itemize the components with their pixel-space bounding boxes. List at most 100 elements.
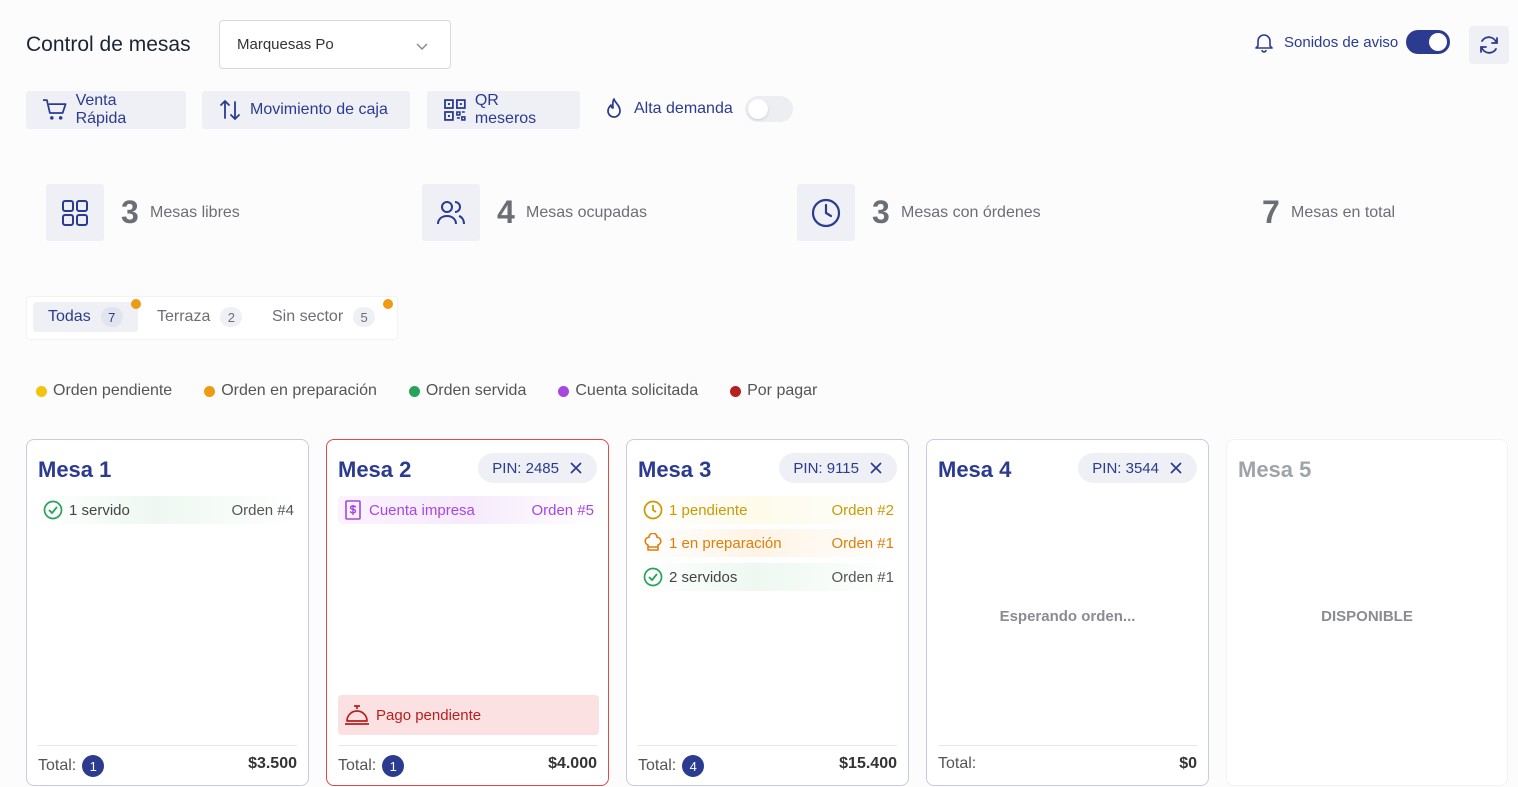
card-footer: Total: $0 bbox=[938, 745, 1197, 772]
quick-sale-label: Venta Rápida bbox=[75, 92, 127, 127]
page-title: Control de mesas bbox=[26, 33, 191, 56]
users-icon bbox=[422, 184, 480, 241]
table-card-mesa-1[interactable]: Mesa 1 1 servido Orden #4 Total: 1 $3.500 bbox=[26, 439, 309, 786]
total-count-badge: 1 bbox=[82, 755, 105, 777]
cart-icon bbox=[42, 99, 67, 120]
table-name: Mesa 2 bbox=[338, 457, 412, 482]
total-label: Total: bbox=[638, 757, 677, 774]
legend-label: Por pagar bbox=[747, 382, 818, 399]
order-number: Orden #1 bbox=[831, 534, 894, 552]
total-count-badge: 1 bbox=[382, 755, 405, 777]
table-name: Mesa 3 bbox=[638, 457, 712, 482]
order-status-text: Cuenta impresa bbox=[369, 501, 475, 519]
sound-alerts-label: Sonidos de aviso bbox=[1284, 33, 1399, 51]
legend-item: Orden servida bbox=[408, 382, 526, 400]
quick-sale-button[interactable]: Venta Rápida bbox=[26, 91, 186, 129]
sector-tabs: Todas 7 Terraza 2 Sin sector 5 bbox=[26, 296, 398, 340]
notification-dot bbox=[131, 299, 141, 309]
table-name: Mesa 4 bbox=[938, 457, 1012, 482]
total-value: $3.500 bbox=[248, 755, 297, 772]
order-status-row[interactable]: Cuenta impresa Orden #5 bbox=[338, 496, 599, 524]
order-number: Orden #2 bbox=[831, 501, 894, 519]
order-status-row[interactable]: 1 servido Orden #4 bbox=[38, 496, 299, 524]
legend-item: Por pagar bbox=[730, 382, 817, 400]
qr-waiters-label: QR meseros bbox=[474, 92, 537, 127]
card-footer: Total: 4 $15.400 bbox=[638, 745, 897, 777]
tab-label: Todas bbox=[48, 308, 91, 325]
table-card-mesa-4[interactable]: Mesa 4 PIN: 3544 Esperando orden... Tota… bbox=[926, 439, 1209, 786]
qr-waiters-button[interactable]: QR meseros bbox=[427, 91, 580, 129]
payment-pending-banner: Pago pendiente bbox=[338, 695, 599, 735]
total-count-badge: 4 bbox=[682, 755, 705, 777]
legend-dot bbox=[204, 385, 216, 397]
stat-free-tables: 3 Mesas libres bbox=[46, 184, 240, 241]
stat-label: Mesas con órdenes bbox=[901, 203, 1041, 221]
total-value: $4.000 bbox=[548, 755, 597, 772]
total-value: $0 bbox=[1179, 755, 1197, 772]
stat-value: 7 bbox=[1262, 194, 1280, 230]
total-label: Total: bbox=[938, 755, 977, 772]
pin-text: PIN: 2485 bbox=[492, 459, 559, 477]
pin-badge[interactable]: PIN: 3544 bbox=[1078, 453, 1197, 483]
sound-alerts-toggle[interactable] bbox=[1406, 30, 1451, 54]
stat-occupied-tables: 4 Mesas ocupadas bbox=[422, 184, 647, 241]
order-status-row[interactable]: 1 en preparación Orden #1 bbox=[638, 529, 899, 557]
order-status-text: 1 en preparación bbox=[669, 534, 782, 552]
order-number: Orden #5 bbox=[531, 501, 594, 519]
card-footer: Total: 1 $3.500 bbox=[38, 745, 297, 777]
stat-value: 3 bbox=[121, 194, 139, 230]
close-icon[interactable] bbox=[569, 461, 583, 475]
clock-icon bbox=[643, 500, 663, 520]
cash-movement-label: Movimiento de caja bbox=[250, 101, 388, 118]
order-status-text: 1 pendiente bbox=[669, 501, 748, 519]
stat-tables-with-orders: 3 Mesas con órdenes bbox=[797, 184, 1041, 241]
table-card-mesa-2[interactable]: Mesa 2 PIN: 2485 Cuenta impresa Orden #5… bbox=[326, 439, 609, 786]
close-icon[interactable] bbox=[869, 461, 883, 475]
flame-icon bbox=[607, 98, 621, 118]
order-status-row[interactable]: 2 servidos Orden #1 bbox=[638, 563, 899, 591]
high-demand-label: Alta demanda bbox=[634, 100, 733, 117]
status-legend: Orden pendiente Orden en preparación Ord… bbox=[36, 382, 849, 400]
tab-sin-sector[interactable]: Sin sector 5 bbox=[257, 302, 390, 332]
qr-code-icon bbox=[444, 99, 466, 121]
table-card-mesa-3[interactable]: Mesa 3 PIN: 9115 1 pendiente Orden #2 1 … bbox=[626, 439, 909, 786]
order-status-text: 1 servido bbox=[69, 501, 130, 519]
high-demand-toggle[interactable] bbox=[744, 96, 793, 122]
total-label-group: Total: 1 bbox=[38, 755, 105, 777]
tab-terraza[interactable]: Terraza 2 bbox=[142, 302, 257, 332]
legend-dot bbox=[558, 385, 570, 397]
tab-count: 7 bbox=[100, 307, 123, 327]
total-label-group: Total: 4 bbox=[638, 755, 705, 777]
close-icon[interactable] bbox=[1169, 461, 1183, 475]
check-circle-icon bbox=[43, 500, 63, 520]
total-label: Total: bbox=[38, 757, 77, 774]
pin-badge[interactable]: PIN: 2485 bbox=[478, 453, 597, 483]
tab-count: 2 bbox=[220, 307, 243, 327]
pin-text: PIN: 3544 bbox=[1092, 459, 1159, 477]
legend-dot bbox=[36, 385, 47, 397]
legend-label: Orden pendiente bbox=[53, 382, 173, 399]
refresh-button[interactable] bbox=[1469, 26, 1509, 64]
table-card-mesa-5[interactable]: Mesa 5 DISPONIBLE bbox=[1226, 439, 1508, 786]
legend-label: Cuenta solicitada bbox=[575, 382, 699, 399]
tab-label: Sin sector bbox=[272, 308, 344, 325]
order-number: Orden #1 bbox=[831, 568, 894, 586]
check-circle-icon bbox=[643, 567, 663, 587]
legend-dot bbox=[730, 385, 742, 397]
total-value: $15.400 bbox=[839, 755, 897, 772]
legend-item: Orden en preparación bbox=[204, 382, 377, 400]
tab-todas[interactable]: Todas 7 bbox=[33, 302, 138, 332]
table-name: Mesa 5 bbox=[1238, 457, 1312, 482]
sound-alerts-control: Sonidos de aviso bbox=[1252, 30, 1451, 54]
order-status-text: 2 servidos bbox=[669, 568, 738, 586]
stat-value: 3 bbox=[872, 194, 890, 230]
grid-icon bbox=[46, 184, 104, 241]
location-select[interactable]: Marquesas Po bbox=[219, 20, 451, 69]
cash-movement-button[interactable]: Movimiento de caja bbox=[202, 91, 410, 129]
stat-label: Mesas en total bbox=[1291, 203, 1396, 221]
total-label: Total: bbox=[338, 757, 377, 774]
order-status-row[interactable]: 1 pendiente Orden #2 bbox=[638, 496, 899, 524]
stat-total-tables: 7 Mesas en total bbox=[1245, 184, 1395, 241]
pin-badge[interactable]: PIN: 9115 bbox=[779, 453, 897, 483]
available-message: DISPONIBLE bbox=[1321, 608, 1413, 625]
